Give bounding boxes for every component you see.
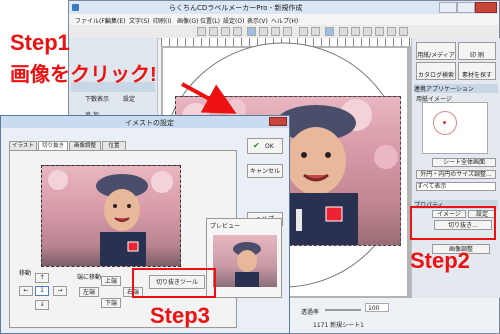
window-title: らくちんCDラベルメーカーPro - 新規作成 (169, 4, 303, 12)
sheet-label: 1171 新規シート1 (313, 322, 364, 329)
title-bar: らくちんCDラベルメーカーPro - 新規作成 (69, 1, 499, 14)
arrow-down-icon: ↓ (39, 301, 45, 308)
tab-crop[interactable]: 切り抜き (38, 141, 68, 150)
move-up-button[interactable]: ↑ (35, 273, 49, 283)
window-controls[interactable] (439, 2, 497, 13)
text-dir-tool[interactable] (339, 27, 348, 36)
tab-illustration[interactable]: イラスト (9, 141, 37, 150)
size-adjust-button[interactable]: 外円・内円のサイズ調整... (416, 170, 496, 179)
shape-tool[interactable] (375, 27, 384, 36)
underlay-label: 下敷表示 (85, 96, 110, 103)
move-right-button[interactable]: → (53, 286, 67, 296)
whole-sheet-button[interactable]: シート全体画面 (432, 158, 496, 167)
menu-position[interactable]: 位置(L) (200, 16, 220, 25)
menu-settings[interactable]: 設定(O) (223, 16, 244, 25)
paper-preview-dot (443, 121, 446, 124)
tab-image-adjust[interactable]: 画像調整 (69, 141, 101, 150)
arrow-right-icon: → (57, 287, 63, 294)
preview-box: プレビュー (206, 218, 282, 298)
preview-photo-art (233, 242, 261, 287)
align-right-tool[interactable] (271, 27, 280, 36)
left-edge-button[interactable]: 左端 (79, 287, 99, 297)
ok-check-icon: ✔ (253, 141, 260, 150)
dialog-photo-art (48, 170, 173, 266)
find-material-button[interactable]: 素材を探す (458, 62, 496, 80)
dialog-close-button[interactable] (269, 117, 287, 126)
close-button[interactable] (475, 2, 497, 13)
cancel-button[interactable]: キャンセル (247, 164, 283, 178)
step2-highlight (410, 206, 496, 240)
display-select[interactable]: すべて表示 (416, 182, 496, 191)
menu-bar: ファイル(F) 編集(E) 文字(S) 印刷(I) 画像(G) 位置(L) 設定… (69, 14, 499, 25)
minimize-button[interactable] (439, 2, 457, 13)
ok-label: OK (265, 143, 274, 150)
move-step-field[interactable]: 1 (35, 286, 49, 296)
arrow-up-icon: ↑ (39, 274, 45, 281)
spacing-tool[interactable] (351, 27, 360, 36)
align-justify-tool[interactable] (283, 27, 292, 36)
annotation-arrow-icon (181, 82, 237, 114)
transparency-label: 透過率 (301, 309, 320, 316)
move-label: 移動 (19, 270, 32, 277)
group-tool[interactable] (399, 27, 408, 36)
step2-title: Step2 (410, 248, 470, 273)
bold-tool[interactable] (197, 27, 206, 36)
menu-file[interactable]: ファイル(F) (75, 16, 107, 25)
ok-button[interactable]: ✔ OK (247, 138, 283, 154)
align-center-tool[interactable] (259, 27, 268, 36)
strike-tool[interactable] (233, 27, 242, 36)
menu-edit[interactable]: 編集(E) (105, 16, 125, 25)
align-left-tool[interactable] (247, 27, 256, 36)
print-button[interactable]: 印 刷 (458, 42, 496, 60)
top-edge-button[interactable]: 上端 (101, 276, 121, 286)
step1-instruction: 画像をクリック! (10, 64, 157, 86)
step3-highlight (132, 268, 216, 298)
valign-middle-tool[interactable] (311, 27, 320, 36)
edge-move-label: 端に移動 (77, 274, 102, 281)
move-step-value: 1 (40, 287, 44, 294)
step1-title: Step1 (10, 30, 70, 55)
valign-bottom-tool[interactable] (325, 27, 334, 36)
paper-preview (422, 102, 488, 154)
transparency-slider[interactable] (325, 309, 361, 311)
maximize-button[interactable] (457, 2, 475, 13)
menu-view[interactable]: 表示(V) (247, 16, 268, 25)
menu-image[interactable]: 画像(G) (177, 16, 198, 25)
menu-print[interactable]: 印刷(I) (153, 16, 171, 25)
arrow-left-icon: ← (23, 287, 29, 294)
zoom-field[interactable]: 100 (365, 303, 389, 312)
media-button[interactable]: 用紙/メディア (416, 42, 456, 60)
move-down-button[interactable]: ↓ (35, 300, 49, 310)
menu-help[interactable]: ヘルプ(H) (271, 16, 298, 25)
tab-position[interactable]: 位置 (102, 141, 126, 150)
dialog-photo[interactable] (41, 165, 181, 267)
image-settings-dialog: イメストの設定 イラスト 切り抜き 画像調整 位置 ✔ OK キャンセル ヘルプ… (0, 115, 290, 334)
italic-tool[interactable] (209, 27, 218, 36)
layer-tool[interactable] (387, 27, 396, 36)
linked-app-section: 連携アプリケーション (414, 84, 498, 93)
valign-top-tool[interactable] (299, 27, 308, 36)
catalog-search-button[interactable]: カタログ検索 (416, 62, 456, 80)
line-tool[interactable] (363, 27, 372, 36)
move-left-button[interactable]: ← (19, 286, 33, 296)
app-icon (72, 4, 79, 11)
menu-text[interactable]: 文字(S) (129, 16, 150, 25)
preview-label: プレビュー (210, 223, 241, 230)
underlay-settings-label[interactable]: 設定 (123, 94, 135, 103)
zoom-value: 100 (368, 305, 380, 312)
step3-title: Step3 (150, 303, 210, 328)
preview-photo (213, 235, 277, 287)
underline-tool[interactable] (221, 27, 230, 36)
bottom-edge-button[interactable]: 下端 (101, 298, 121, 308)
dialog-title: イメストの設定 (125, 119, 174, 127)
